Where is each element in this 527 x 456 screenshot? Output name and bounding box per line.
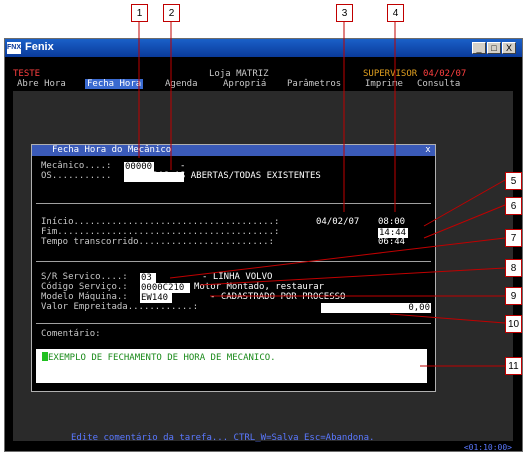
callout-7: 7 — [505, 229, 522, 247]
cursor-position: <01:10:00> — [463, 443, 512, 452]
user-label: SUPERVISOR — [363, 69, 418, 79]
title-bar[interactable]: FNX Fenix _ □ X — [5, 39, 522, 57]
comentario-label: Comentário: — [41, 329, 101, 339]
menu-consulta[interactable]: Consulta — [417, 79, 460, 89]
modelo-desc: - CADASTRADO POR PROCESSO — [210, 292, 346, 302]
dialog-title: Fecha Hora do Mecânico — [32, 145, 435, 156]
valor-input[interactable]: 0,00 — [321, 303, 431, 313]
servico-input[interactable]: 03 — [140, 273, 156, 283]
minimize-button[interactable]: _ — [472, 42, 486, 54]
callout-4: 4 — [387, 4, 404, 22]
inicio-time: 08:00 — [378, 217, 406, 227]
menu-apropria[interactable]: Apropriá — [223, 79, 266, 89]
mode-label: TESTE — [13, 69, 41, 79]
dialog-close-icon[interactable]: x — [423, 145, 433, 155]
valor-label: Valor Empreitada............: — [41, 302, 199, 312]
fecha-hora-dialog: Fecha Hora do Mecânico x Mecânico....: 0… — [31, 144, 436, 392]
comentario-value: EXEMPLO DE FECHAMENTO DE HORA DE MECANIC… — [48, 353, 276, 363]
status-hint-text: Edite comentário da tarefa... CTRL_W=Sal… — [71, 433, 375, 443]
comentario-textarea[interactable]: EXEMPLO DE FECHAMENTO DE HORA DE MECANIC… — [36, 349, 427, 383]
menu-fecha-hora[interactable]: Fecha Hora — [85, 79, 144, 89]
callout-8: 8 — [505, 259, 522, 277]
menu-agenda[interactable]: Agenda — [165, 79, 198, 89]
os-value: TODAS AS ABERTAS/TODAS EXISTENTES — [142, 171, 321, 181]
tempo-value: 06:44 — [378, 237, 406, 247]
os-label: OS........... — [41, 171, 112, 181]
callout-6: 6 — [505, 197, 522, 215]
separator — [36, 261, 431, 262]
maximize-button[interactable]: □ — [487, 42, 501, 54]
callout-1: 1 — [131, 4, 148, 22]
store-label: Loja MATRIZ — [209, 69, 269, 79]
date-label: 04/02/07 — [423, 69, 467, 79]
close-button[interactable]: X — [502, 42, 516, 54]
comentario-text: EXEMPLO DE FECHAMENTO DE HORA DE MECANIC… — [42, 352, 276, 363]
callout-10: 10 — [505, 315, 522, 333]
separator — [36, 203, 431, 204]
inicio-date: 04/02/07 — [316, 217, 360, 227]
codigo-input[interactable]: 0000C210 — [140, 283, 190, 293]
callout-9: 9 — [505, 287, 522, 305]
separator — [36, 323, 431, 324]
menu-abre-hora[interactable]: Abre Hora — [17, 79, 66, 89]
callout-5: 5 — [505, 172, 522, 190]
menu-imprime[interactable]: Imprime — [365, 79, 403, 89]
tempo-label: Tempo transcorrido......................… — [41, 237, 274, 247]
app-logo-icon: FNX — [7, 42, 21, 54]
app-title: Fenix — [25, 41, 54, 53]
menu-parametros[interactable]: Parâmetros — [287, 79, 341, 89]
callout-3: 3 — [336, 4, 353, 22]
callout-11: 11 — [505, 357, 522, 375]
callout-2: 2 — [163, 4, 180, 22]
menu-bar: Abre Hora Fecha Hora Agenda Apropriá Par… — [5, 79, 522, 90]
